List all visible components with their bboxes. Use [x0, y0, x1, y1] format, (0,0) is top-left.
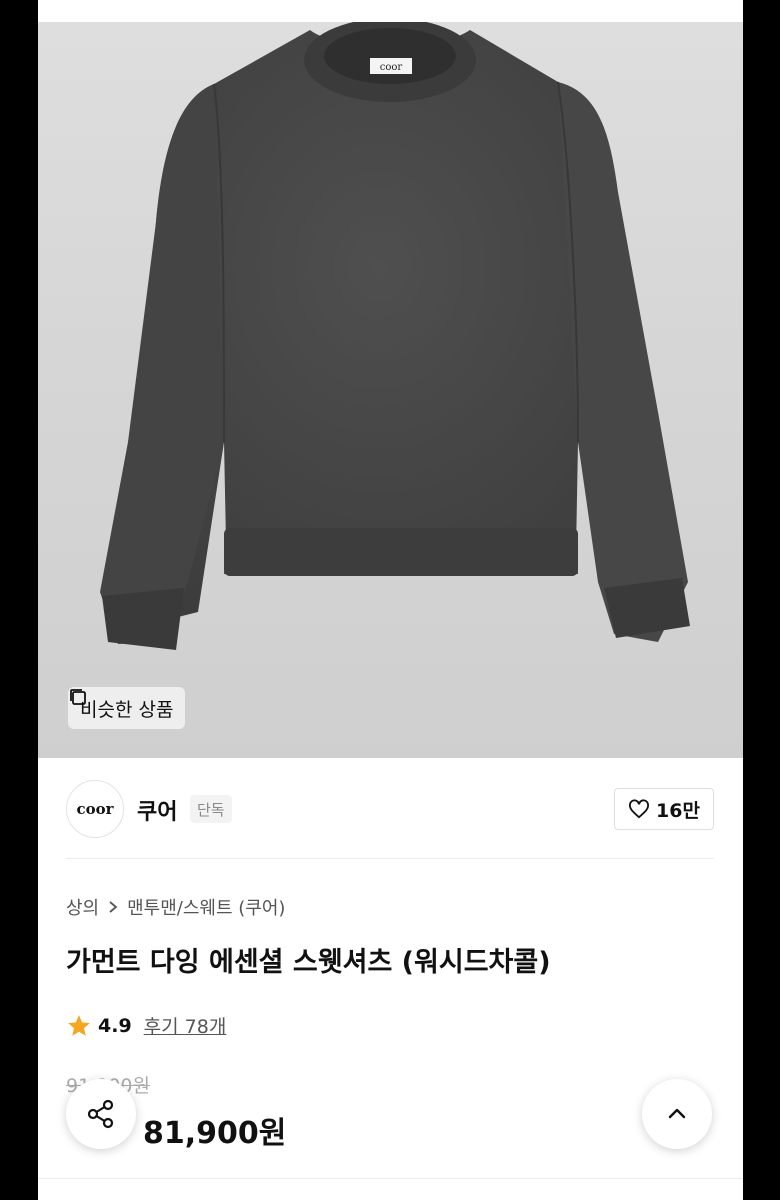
neck-label: coor: [380, 62, 403, 73]
breadcrumb-category[interactable]: 상의: [66, 894, 99, 920]
exclusive-badge: 단독: [190, 795, 232, 823]
chevron-right-icon: [109, 901, 118, 913]
product-screen: coor 비슷한 상품 coor 쿠어 단독 16만 상의 맨투맨/스웨트 (쿠…: [38, 0, 743, 1200]
scroll-top-button[interactable]: [642, 1079, 712, 1149]
rating-score: 4.9: [98, 1014, 132, 1037]
like-count: 16만: [656, 799, 700, 822]
rating: 4.9 후기 78개: [66, 1012, 226, 1039]
share-icon: [87, 1099, 114, 1129]
brand-logo[interactable]: coor: [66, 780, 124, 838]
heart-outline-icon: [629, 799, 650, 819]
divider: [66, 858, 714, 859]
status-strip: [38, 0, 743, 22]
sweatshirt-illustration: coor: [100, 22, 690, 650]
reviews-link[interactable]: 후기 78개: [144, 1012, 227, 1039]
chevron-up-icon: [668, 1108, 686, 1119]
star-icon: [68, 1014, 90, 1036]
product-image[interactable]: coor 비슷한 상품: [38, 22, 743, 758]
similar-products-label: 비슷한 상품: [80, 698, 174, 721]
product-title: 가먼트 다잉 에센셜 스웻셔츠 (워시드차콜): [66, 947, 551, 978]
copy-squares-icon: [70, 689, 86, 705]
brand-name[interactable]: 쿠어: [137, 794, 177, 826]
bottom-divider: [38, 1178, 743, 1179]
sale-price: 81,900원: [143, 1116, 287, 1151]
like-button[interactable]: 16만: [614, 788, 714, 830]
similar-products-button[interactable]: 비슷한 상품: [68, 687, 186, 729]
breadcrumb-subcategory[interactable]: 맨투맨/스웨트 (쿠어): [127, 894, 285, 920]
brand-row: coor 쿠어 단독 16만: [38, 758, 743, 860]
breadcrumb: 상의 맨투맨/스웨트 (쿠어): [66, 894, 285, 920]
share-button[interactable]: [66, 1079, 136, 1149]
